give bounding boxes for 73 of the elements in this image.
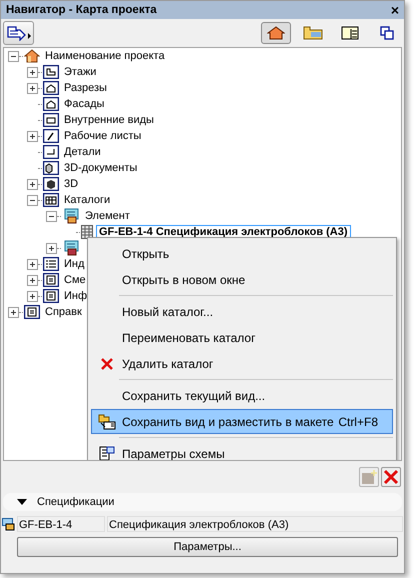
expand-icon[interactable]: [27, 82, 38, 94]
name-field[interactable]: Спецификация электроблоков (А3): [107, 516, 403, 532]
expand-icon[interactable]: [27, 178, 38, 190]
expand-icon[interactable]: [46, 242, 57, 254]
view-icon: [43, 113, 59, 127]
new-item-icon: [361, 469, 377, 485]
view-icon: [43, 81, 59, 95]
close-button[interactable]: ×: [390, 2, 399, 18]
expand-icon[interactable]: [27, 274, 38, 286]
tree-item[interactable]: Каталоги: [62, 193, 112, 207]
arrow-icon: [6, 25, 30, 41]
view-mode-button[interactable]: [261, 22, 291, 44]
view-icon: [43, 145, 59, 159]
catalog-icon: [2, 518, 15, 530]
expand-icon[interactable]: [27, 290, 38, 302]
view-icon: [43, 177, 59, 191]
collapse-icon[interactable]: [8, 50, 19, 62]
view-icon: [24, 305, 40, 319]
house-icon: [24, 49, 40, 63]
section-title: Спецификации: [37, 496, 114, 508]
expand-icon[interactable]: [27, 258, 38, 270]
view-icon: [43, 257, 59, 271]
tree-item[interactable]: Внутренние виды: [62, 113, 156, 127]
view-icon: [43, 65, 59, 79]
menu-item[interactable]: Сохранить текущий вид...: [91, 383, 393, 408]
tree-item[interactable]: 3D-документы: [62, 161, 140, 175]
menu-item[interactable]: Переименовать каталог: [91, 325, 393, 350]
menu-item[interactable]: Открыть в новом окне: [91, 267, 393, 292]
tree-item[interactable]: Рабочие листы: [62, 129, 144, 143]
delete-icon: [383, 469, 399, 485]
parameters-button[interactable]: Параметры...: [17, 537, 398, 557]
house-icon: [267, 26, 285, 40]
view-icon: [43, 273, 59, 287]
view-icon: [43, 129, 59, 143]
menu-item[interactable]: Открыть: [91, 241, 393, 266]
view-icon: [43, 97, 59, 111]
menu-item[interactable]: Сохранить вид и разместить в макете Ctrl+F8: [91, 409, 393, 434]
expand-icon[interactable]: [8, 306, 19, 318]
tree-item[interactable]: Фасады: [62, 97, 106, 111]
tree-item[interactable]: Инф: [62, 289, 90, 303]
view-icon: [43, 289, 59, 303]
menu-item[interactable]: Параметры схемы: [91, 441, 393, 460]
tree-item[interactable]: Наименование проекта: [43, 49, 167, 63]
tree-item[interactable]: Инд: [62, 257, 86, 271]
tree-item[interactable]: Сме: [62, 273, 88, 287]
window-title: Навигатор - Карта проекта: [6, 4, 157, 16]
view-icon: [43, 161, 59, 175]
table-icon: [81, 225, 93, 239]
expand-icon[interactable]: [27, 66, 38, 78]
menu-item[interactable]: Удалить каталог: [91, 351, 393, 376]
delete-button[interactable]: [381, 467, 401, 487]
tree-item[interactable]: 3D: [62, 177, 80, 191]
view-icon: [43, 193, 59, 207]
catalog-icon: [62, 208, 80, 224]
publish-button[interactable]: [3, 21, 34, 45]
expand-icon[interactable]: [27, 130, 38, 142]
folder-icon: [303, 26, 323, 40]
menu-item[interactable]: Новый каталог...: [91, 299, 393, 324]
catalog-icon: [62, 240, 80, 256]
id-field[interactable]: GF-EB-1-4: [17, 516, 105, 532]
section-header[interactable]: Спецификации: [3, 493, 402, 511]
tree-item[interactable]: Разрезы: [62, 81, 109, 95]
tree-item[interactable]: Детали: [62, 145, 103, 159]
collapse-icon[interactable]: [27, 194, 38, 206]
tree-item[interactable]: Элемент: [83, 209, 132, 223]
overlapping-squares-icon: [380, 26, 394, 40]
tree-item[interactable]: Этажи: [62, 65, 98, 79]
collapse-triangle-icon[interactable]: [17, 498, 27, 506]
sheet-icon: [341, 26, 359, 40]
tree-item[interactable]: Справк: [43, 305, 84, 319]
collapse-icon[interactable]: [46, 210, 57, 222]
folder-icon: [98, 414, 116, 430]
delete-icon: [100, 356, 114, 370]
